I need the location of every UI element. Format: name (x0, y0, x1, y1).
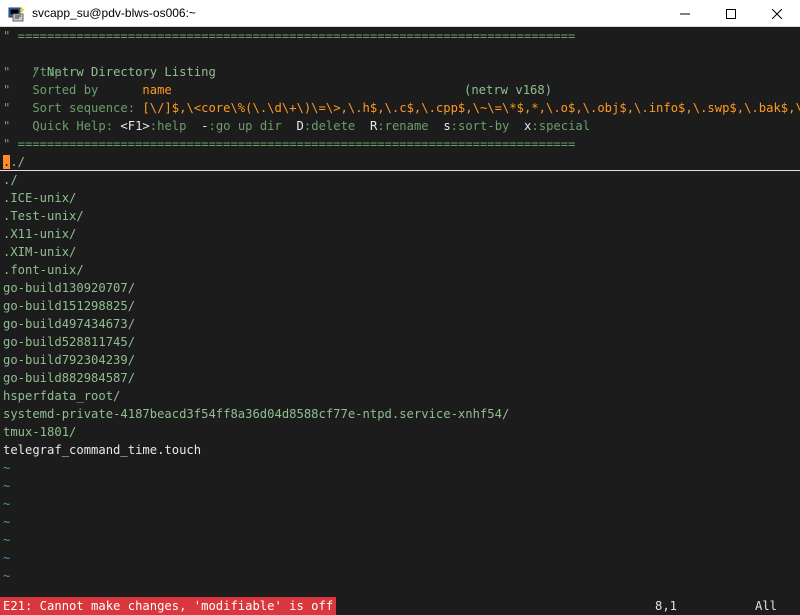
empty-line-tilde: ~ (3, 497, 11, 511)
cursor-position: 8,1 (655, 599, 678, 613)
maximize-button[interactable] (708, 0, 754, 27)
dir-entry[interactable]: .XIM-unix/ (3, 243, 76, 261)
quick-help-line: " Quick Help: <F1>:help -:go up dir D:de… (3, 117, 590, 135)
dir-entry[interactable]: .X11-unix/ (3, 225, 76, 243)
terminal-area[interactable]: " ======================================… (0, 27, 800, 615)
quick-help-key: <F1> (120, 119, 150, 133)
close-icon (772, 8, 782, 19)
sort-sequence-value: [\/]$,\<core\%(\.\d\+\)\=\>,\.h$,\.c$,\.… (142, 101, 800, 115)
sorted-by-label: " Sorted by (3, 83, 143, 97)
header-rule-top: " ======================================… (3, 29, 576, 43)
dir-entry[interactable]: go-build528811745/ (3, 333, 135, 351)
empty-line-tilde: ~ (3, 515, 11, 529)
dir-entry[interactable]: tmux-1801/ (3, 423, 76, 441)
quick-help-desc: :rename (377, 119, 444, 133)
dir-entry[interactable]: go-build151298825/ (3, 297, 135, 315)
dir-entry[interactable]: .ICE-unix/ (3, 189, 76, 207)
minimize-button[interactable] (662, 0, 708, 27)
listing-header: " Netrw Directory Listing (netrw v168) (3, 45, 552, 97)
close-button[interactable] (754, 0, 800, 27)
quick-help-key: s (443, 119, 451, 133)
quick-help-desc: :sort-by (450, 119, 525, 133)
empty-line-tilde: ~ (3, 569, 11, 583)
file-entry[interactable]: telegraf_command_time.touch (3, 441, 201, 459)
window-title: svcapp_su@pdv-blws-os006:~ (32, 6, 196, 20)
maximize-icon (726, 8, 736, 19)
sorted-by-line: " Sorted by name (3, 81, 172, 99)
empty-line-tilde: ~ (3, 551, 11, 565)
dir-entry[interactable]: go-build497434673/ (3, 315, 135, 333)
empty-line-tilde: ~ (3, 461, 11, 475)
empty-line-tilde: ~ (3, 533, 11, 547)
sort-sequence-line: " Sort sequence: [\/]$,\<core\%(\.\d\+\)… (3, 99, 800, 117)
quick-help-desc: :help (149, 119, 202, 133)
title-bar: svcapp_su@pdv-blws-os006:~ (0, 0, 800, 27)
dir-entry-parent-rest: ./ (10, 155, 26, 169)
empty-line-tilde: ~ (3, 479, 11, 493)
dir-entry[interactable]: go-build792304239/ (3, 351, 135, 369)
quick-help-desc: :delete (303, 119, 370, 133)
dir-entry[interactable]: .Test-unix/ (3, 207, 84, 225)
netrw-version: (netrw v168) (464, 83, 553, 97)
sorted-by-value: name (142, 83, 172, 97)
dir-entry[interactable]: go-build130920707/ (3, 279, 135, 297)
quick-help-desc: :go up dir (208, 119, 297, 133)
quick-help-desc: :special (531, 119, 591, 133)
dir-entry-parent[interactable]: ../ (3, 153, 25, 171)
header-rule-bottom: " ======================================… (3, 137, 576, 151)
cursor-line-underline (0, 170, 800, 171)
dir-entry[interactable]: go-build882984587/ (3, 369, 135, 387)
dir-entry[interactable]: hsperfdata_root/ (3, 387, 120, 405)
minimize-icon (680, 13, 690, 14)
dir-entry[interactable]: ./ (3, 171, 18, 189)
quick-help-label: " Quick Help: (3, 119, 121, 133)
current-path: " /tmp (3, 65, 62, 79)
quick-help-key: D (296, 119, 304, 133)
scroll-indicator: All (755, 599, 778, 613)
error-message: E21: Cannot make changes, 'modifiable' i… (0, 597, 337, 615)
dir-entry[interactable]: .font-unix/ (3, 261, 84, 279)
putty-terminal-icon (8, 6, 24, 22)
sort-sequence-label: " Sort sequence: (3, 101, 143, 115)
dir-entry[interactable]: systemd-private-4187beacd3f54ff8a36d04d8… (3, 405, 509, 423)
